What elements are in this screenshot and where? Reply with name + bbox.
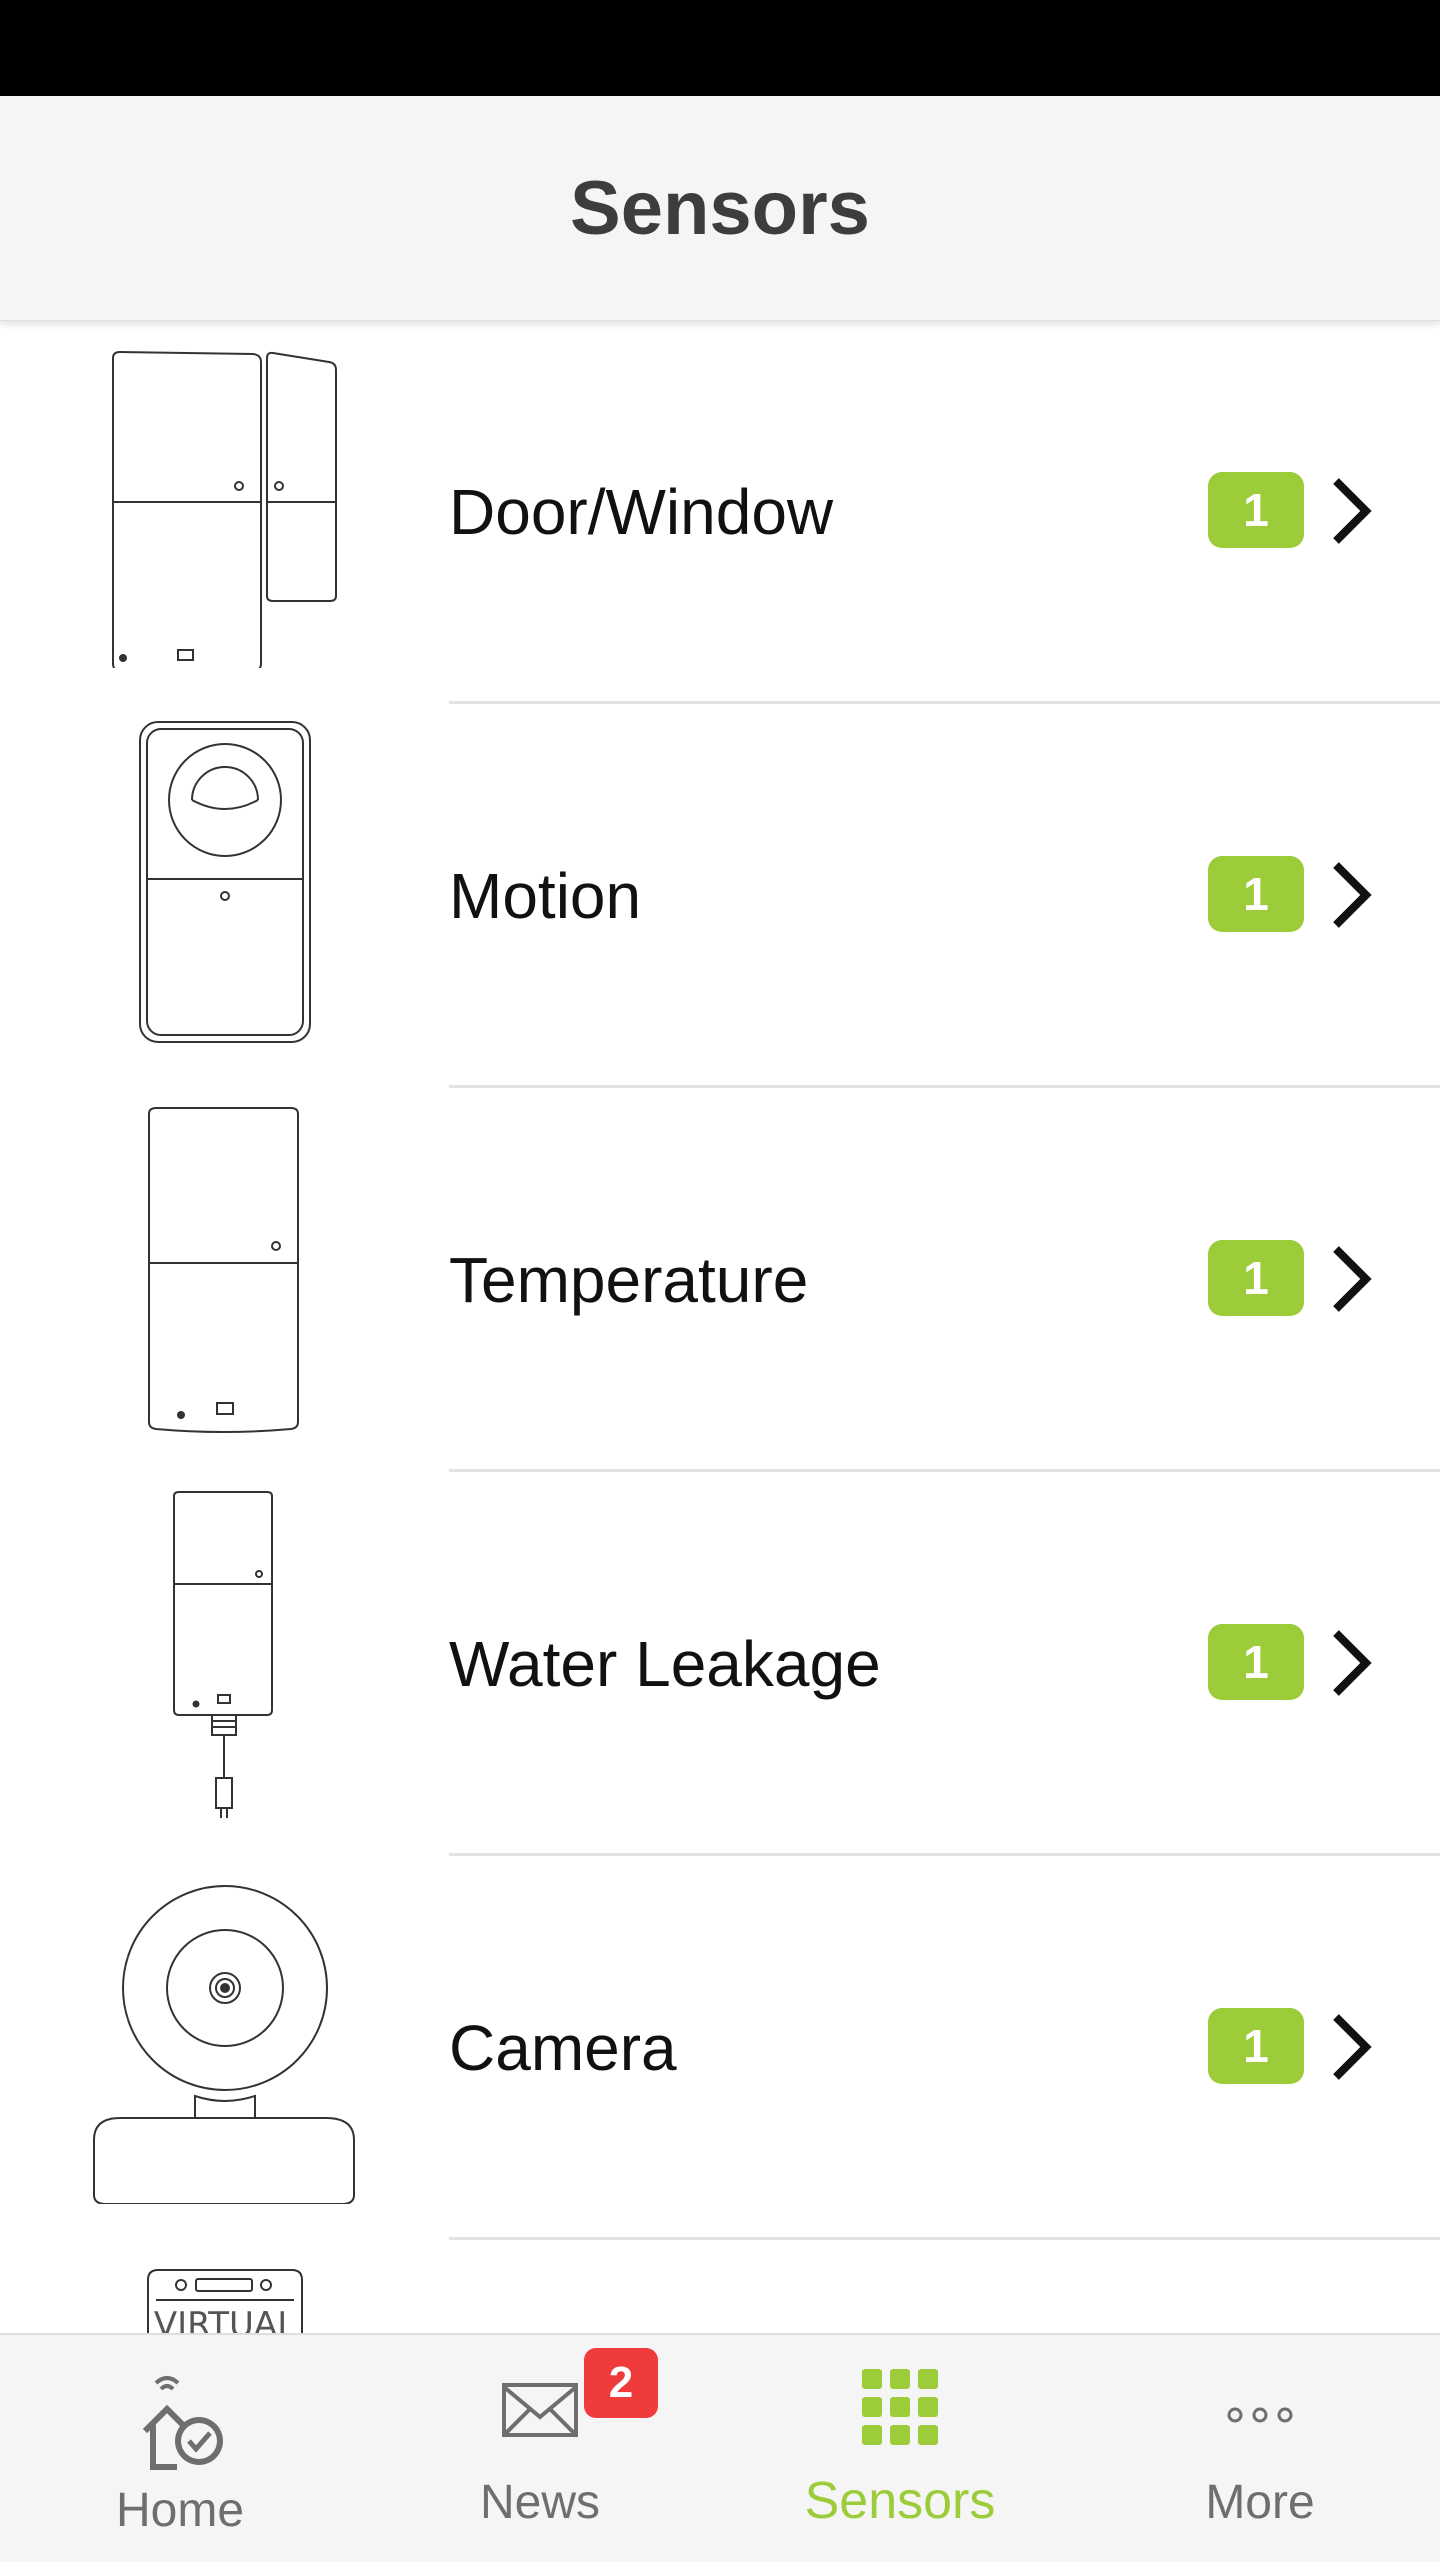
chevron-right-icon[interactable] — [1328, 475, 1376, 547]
page-title: Sensors — [570, 165, 870, 251]
tab-home[interactable]: Home — [0, 2335, 360, 2562]
tab-sensors[interactable]: Sensors — [720, 2335, 1080, 2562]
chevron-right-icon[interactable] — [1328, 1627, 1376, 1699]
virtual-device-image: VIRTUAL — [80, 2254, 370, 2333]
envelope-icon — [502, 2383, 578, 2437]
header: Sensors — [0, 96, 1440, 321]
tab-label: News — [479, 2476, 601, 2529]
sensor-row-door-window[interactable]: Door/Window 1 — [0, 320, 1440, 704]
chevron-right-icon[interactable] — [1328, 859, 1376, 931]
sensor-row-temperature[interactable]: Temperature 1 — [0, 1088, 1440, 1472]
sensor-label: Motion — [449, 860, 642, 932]
sensor-row-camera[interactable]: Camera 1 — [0, 1856, 1440, 2240]
chevron-right-icon[interactable] — [1328, 2011, 1376, 2083]
grid-icon — [862, 2369, 938, 2445]
temperature-sensor-image — [80, 1102, 370, 1436]
sensor-count-badge: 1 — [1208, 1240, 1304, 1316]
svg-text:VIRTUAL: VIRTUAL — [154, 2305, 296, 2333]
sensor-label: Door/Window — [449, 476, 834, 548]
tab-news[interactable]: News — [360, 2335, 720, 2562]
sensor-list[interactable]: Door/Window 1 Motion 1 Temperature 1 Wat… — [0, 320, 1440, 2333]
camera-image — [80, 1870, 370, 2204]
sensor-count-badge: 1 — [1208, 2008, 1304, 2084]
door-window-sensor-image — [80, 334, 370, 668]
sensor-label: Temperature — [449, 1244, 809, 1316]
more-dots-icon — [1227, 2407, 1293, 2423]
tab-label: Sensors — [804, 2472, 996, 2530]
sensor-count-badge: 1 — [1208, 856, 1304, 932]
sensor-count-badge: 1 — [1208, 472, 1304, 548]
sensor-row-virtual[interactable]: VIRTUAL — [0, 2240, 1440, 2333]
water-leakage-sensor-image — [80, 1486, 370, 1820]
motion-sensor-image — [80, 718, 370, 1052]
home-check-icon — [142, 2376, 223, 2470]
sensor-row-motion[interactable]: Motion 1 — [0, 704, 1440, 1088]
bottom-tab-bar: Home News Sensors More — [0, 2333, 1440, 2562]
sensor-row-water-leakage[interactable]: Water Leakage 1 — [0, 1472, 1440, 1856]
sensor-label: Water Leakage — [449, 1628, 881, 1700]
sensor-count-badge: 1 — [1208, 1624, 1304, 1700]
tab-label: More — [1205, 2476, 1315, 2529]
tab-label: Home — [115, 2484, 245, 2537]
tab-more[interactable]: More — [1080, 2335, 1440, 2562]
chevron-right-icon[interactable] — [1328, 1243, 1376, 1315]
status-bar — [0, 0, 1440, 96]
news-unread-badge: 2 — [584, 2348, 658, 2418]
sensor-label: Camera — [449, 2012, 677, 2084]
